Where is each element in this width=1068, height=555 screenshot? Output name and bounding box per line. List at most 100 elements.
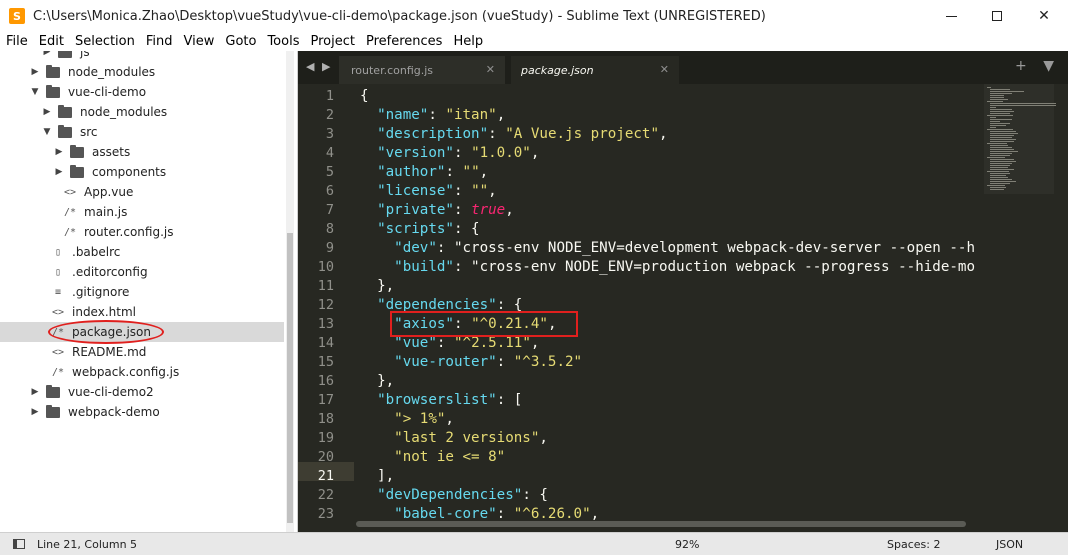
menu-find[interactable]: Find bbox=[143, 34, 177, 49]
tree-item-label: components bbox=[92, 165, 167, 179]
tree-file[interactable]: ▯ .babelrc bbox=[0, 242, 284, 262]
minimap-line bbox=[990, 97, 1004, 98]
minimap-line bbox=[987, 101, 1003, 102]
maximize-icon bbox=[992, 11, 1002, 21]
file-icon: <> bbox=[63, 186, 77, 198]
tree-item-label: js bbox=[80, 51, 90, 59]
tree-folder[interactable]: ▶ vue-cli-demo2 bbox=[0, 382, 284, 402]
code-line: "version": "1.0.0", bbox=[377, 145, 540, 161]
minimap-line bbox=[987, 185, 1005, 186]
minimap-line bbox=[987, 129, 1013, 130]
expand-arrow-down-icon[interactable]: ▼ bbox=[30, 87, 40, 97]
status-indentation[interactable]: Spaces: 2 bbox=[887, 538, 940, 551]
expand-arrow-right-icon[interactable]: ▶ bbox=[54, 147, 64, 157]
minimap-line bbox=[990, 113, 1010, 114]
file-icon: ▯ bbox=[54, 246, 62, 258]
tree-item-label: assets bbox=[92, 145, 131, 159]
code-line: "vue-router": "^3.5.2" bbox=[394, 354, 583, 370]
tree-file[interactable]: /* webpack.config.js bbox=[0, 362, 284, 382]
tree-file[interactable]: ▯ .editorconfig bbox=[0, 262, 284, 282]
tree-file[interactable]: <> README.md bbox=[0, 342, 284, 362]
close-icon: ✕ bbox=[1038, 8, 1050, 24]
tree-file[interactable]: <> index.html bbox=[0, 302, 284, 322]
folder-icon bbox=[46, 384, 60, 398]
expand-arrow-right-icon[interactable]: ▶ bbox=[30, 67, 40, 77]
minimap-line bbox=[990, 169, 1014, 170]
minimap-line bbox=[990, 133, 1018, 134]
tab-router-config[interactable]: router.config.js ✕ bbox=[339, 56, 505, 84]
menu-goto[interactable]: Goto bbox=[222, 34, 260, 49]
line-number: 1 bbox=[325, 88, 334, 104]
horizontal-scrollbar-thumb[interactable] bbox=[356, 521, 966, 527]
menu-tools[interactable]: Tools bbox=[264, 34, 303, 49]
minimap-line bbox=[987, 171, 1009, 172]
minimap-line bbox=[990, 91, 1024, 92]
new-tab-and-menu-icon[interactable]: + ▼ bbox=[1015, 58, 1060, 74]
menu-file[interactable]: File bbox=[3, 34, 32, 49]
vertical-scrollbar[interactable] bbox=[1058, 84, 1068, 532]
expand-arrow-right-icon[interactable]: ▶ bbox=[54, 167, 64, 177]
expand-arrow-right-icon[interactable]: ▶ bbox=[30, 387, 40, 397]
line-number: 2 bbox=[325, 107, 334, 123]
menu-view[interactable]: View bbox=[181, 34, 219, 49]
expand-arrow-right-icon[interactable]: ▶ bbox=[30, 407, 40, 417]
close-button[interactable]: ✕ bbox=[1021, 0, 1067, 32]
tab-package-json[interactable]: package.json ✕ bbox=[511, 56, 679, 84]
minimap[interactable] bbox=[984, 84, 1056, 194]
line-number: 11 bbox=[317, 278, 334, 294]
menu-help[interactable]: Help bbox=[450, 34, 487, 49]
tree-folder[interactable]: ▼ vue-cli-demo bbox=[0, 82, 284, 102]
minimap-line bbox=[990, 167, 1008, 168]
minimap-line bbox=[990, 177, 1008, 178]
minimap-line bbox=[990, 147, 1012, 148]
tree-item-label: .gitignore bbox=[72, 285, 130, 299]
tab-nav-arrows-icon[interactable]: ◀ ▶ bbox=[306, 60, 332, 73]
tree-folder[interactable]: ▶ assets bbox=[0, 142, 284, 162]
line-number: 23 bbox=[317, 506, 334, 522]
tree-file[interactable]: ≡ .gitignore bbox=[0, 282, 284, 302]
code-area[interactable]: { "name": "itan", "description": "A Vue.… bbox=[360, 84, 984, 532]
tree-folder[interactable]: ▶ webpack-demo bbox=[0, 402, 284, 422]
close-tab-icon[interactable]: ✕ bbox=[486, 63, 495, 76]
expand-arrow-right-icon[interactable]: ▶ bbox=[42, 107, 52, 117]
menu-project[interactable]: Project bbox=[307, 34, 358, 49]
code-line: "description": "A Vue.js project", bbox=[377, 126, 668, 142]
sidebar-scrollbar-thumb[interactable] bbox=[287, 233, 293, 523]
minimap-line bbox=[987, 115, 1013, 116]
tree-folder[interactable]: ▼ src bbox=[0, 122, 284, 142]
tree-folder[interactable]: ▶ components bbox=[0, 162, 284, 182]
minimap-line bbox=[990, 117, 996, 118]
expand-arrow-down-icon[interactable]: ▼ bbox=[42, 127, 52, 137]
line-number: 6 bbox=[325, 183, 334, 199]
tree-folder[interactable]: ▶ node_modules bbox=[0, 102, 284, 122]
tree-file[interactable]: /* main.js bbox=[0, 202, 284, 222]
folder-icon bbox=[46, 64, 60, 78]
line-number: 18 bbox=[317, 411, 334, 427]
tree-item-label: index.html bbox=[72, 305, 136, 319]
close-tab-icon[interactable]: ✕ bbox=[660, 63, 669, 76]
line-number: 14 bbox=[317, 335, 334, 351]
menu-edit[interactable]: Edit bbox=[36, 34, 68, 49]
maximize-button[interactable] bbox=[974, 0, 1020, 32]
status-bar: Line 21, Column 5 92% Spaces: 2 JSON bbox=[0, 532, 1068, 555]
code-line: }, bbox=[360, 278, 395, 294]
tree-folder[interactable]: ▶ js bbox=[0, 51, 284, 62]
minimap-line bbox=[987, 157, 1005, 158]
menu-preferences[interactable]: Preferences bbox=[363, 34, 446, 49]
minimize-button[interactable] bbox=[928, 0, 974, 32]
menu-selection[interactable]: Selection bbox=[72, 34, 139, 49]
minimap-line bbox=[990, 121, 1000, 122]
minimap-line bbox=[990, 111, 1014, 112]
tree-item-label: node_modules bbox=[68, 65, 156, 79]
code-line: "> 1%", bbox=[394, 411, 454, 427]
minimap-line bbox=[990, 107, 996, 108]
line-number: 12 bbox=[317, 297, 334, 313]
minimap-line bbox=[990, 103, 1056, 104]
tree-file[interactable]: /* router.config.js bbox=[0, 222, 284, 242]
tree-item-label: README.md bbox=[72, 345, 147, 359]
tree-folder[interactable]: ▶ node_modules bbox=[0, 62, 284, 82]
expand-arrow-right-icon[interactable]: ▶ bbox=[42, 51, 52, 57]
panel-toggle-icon[interactable] bbox=[13, 539, 25, 549]
status-syntax[interactable]: JSON bbox=[996, 538, 1023, 551]
tree-file[interactable]: <> App.vue bbox=[0, 182, 284, 202]
